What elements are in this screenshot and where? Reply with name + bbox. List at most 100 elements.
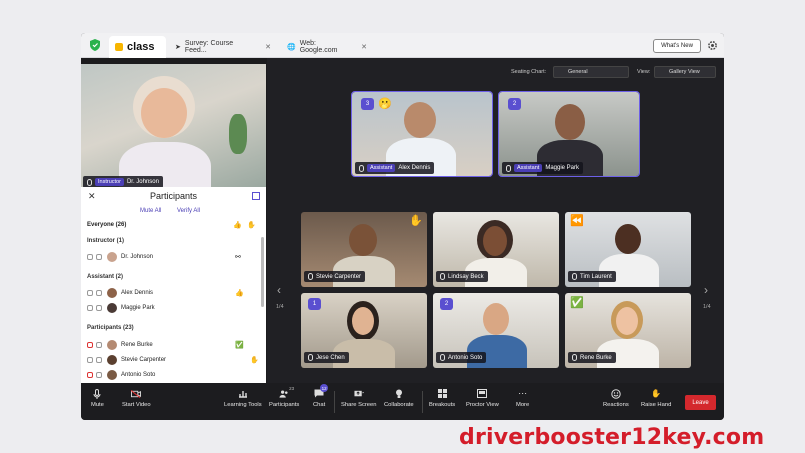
participant-name: Antonio Soto <box>121 372 156 378</box>
mic-icon <box>87 254 93 260</box>
message-badge: 2 <box>440 298 453 310</box>
chevron-right-icon[interactable]: › <box>704 283 708 297</box>
page-indicator-left: 1/4 <box>276 304 284 310</box>
app-logo-text: class <box>127 41 155 53</box>
breakouts-button[interactable]: Breakouts <box>429 389 455 408</box>
breakouts-icon <box>437 389 447 398</box>
participant-name: Rene Burke <box>121 342 153 348</box>
tile-nametag: Tim Laurent <box>568 271 616 282</box>
mute-all-button[interactable]: Mute All <box>140 208 161 214</box>
chat-label: Chat <box>313 402 326 408</box>
raise-hand-button[interactable]: ✋ Raise Hand <box>641 389 671 408</box>
camera-icon <box>96 290 102 296</box>
seating-chart-select[interactable]: General <box>553 66 629 78</box>
scrollbar[interactable] <box>261 237 264 307</box>
mic-icon <box>359 164 364 172</box>
list-item[interactable]: Stevie Carpenter ✋ <box>87 354 259 366</box>
mic-icon <box>440 354 445 361</box>
reactions-label: Reactions <box>603 402 629 408</box>
chat-button[interactable]: 12 Chat <box>313 384 329 408</box>
view-label: View: <box>637 69 651 75</box>
start-video-button[interactable]: Start Video <box>122 389 151 408</box>
grid-tile-antonio[interactable]: 2 Antonio Soto <box>433 293 559 368</box>
tile-nametag: Lindsay Beck <box>436 271 488 282</box>
mic-icon <box>572 354 577 361</box>
section-participants: Participants (23) <box>87 325 134 331</box>
breakouts-label: Breakouts <box>429 402 456 408</box>
divider <box>334 391 335 413</box>
watermark-text: driverbooster12key.com <box>459 425 765 450</box>
face <box>352 307 374 335</box>
face <box>616 307 638 335</box>
avatar <box>107 355 117 365</box>
collaborate-button[interactable]: Collaborate <box>384 389 414 408</box>
close-icon[interactable]: ✕ <box>265 43 271 51</box>
message-badge: 2 <box>508 98 521 110</box>
tab-class[interactable]: class <box>109 36 166 58</box>
camera-icon <box>96 372 102 378</box>
mic-icon <box>572 273 577 280</box>
more-button[interactable]: ⋯ More <box>516 388 529 408</box>
featured-tile-alex[interactable]: 3 🫢 Assistant Alex Dennis <box>351 91 493 177</box>
grid-tile-jese[interactable]: 1 Jese Chen <box>301 293 427 368</box>
plant <box>229 114 247 154</box>
popout-icon[interactable] <box>252 192 260 200</box>
rewind-icon: ⏪ <box>570 215 584 227</box>
face <box>483 303 509 335</box>
class-app-window: class ➤ Survey: Course Feed... ✕ 🌐 Web: … <box>81 33 724 420</box>
checkmark-icon: ✅ <box>235 342 244 349</box>
share-screen-icon <box>354 389 364 398</box>
featured-tile-maggie[interactable]: 2 Assistant Maggie Park <box>498 91 640 177</box>
tile-name: Rene Burke <box>580 354 612 361</box>
tab-survey[interactable]: ➤ Survey: Course Feed... ✕ <box>169 36 277 58</box>
participants-button[interactable]: 23 Participants <box>269 386 299 408</box>
mute-button[interactable]: Mute <box>91 388 104 408</box>
page-indicator-right: 1/4 <box>703 304 711 310</box>
list-item[interactable]: Antonio Soto <box>87 369 257 381</box>
view-select[interactable]: Gallery View <box>654 66 716 78</box>
grid-tile-tim[interactable]: ⏪ Tim Laurent <box>565 212 691 287</box>
bottom-toolbar: Mute Start Video Learning Tools 23 Parti… <box>81 383 724 420</box>
thumbs-up-icon[interactable]: 👍 <box>233 221 242 229</box>
learning-tools-button[interactable]: Learning Tools <box>224 389 262 408</box>
mic-icon <box>92 388 102 399</box>
chevron-left-icon[interactable]: ‹ <box>277 283 281 297</box>
panel-title: Participants <box>149 191 198 201</box>
seating-chart-value: General <box>568 69 588 75</box>
whats-new-button[interactable]: What's New <box>653 39 701 53</box>
instructor-name: Dr. Johnson <box>126 179 159 185</box>
leave-button[interactable]: Leave <box>685 395 716 410</box>
list-item[interactable]: Rene Burke ✅ <box>87 339 257 351</box>
tile-name: Tim Laurent <box>580 273 612 280</box>
mic-icon <box>308 354 313 361</box>
list-item[interactable]: Dr. Johnson ⚯ <box>87 251 257 263</box>
face <box>349 224 377 256</box>
close-icon[interactable]: ✕ <box>361 43 367 51</box>
participants-count: 23 <box>289 386 295 391</box>
camera-icon <box>96 305 102 311</box>
survey-icon: ➤ <box>175 44 181 51</box>
gear-icon[interactable] <box>707 40 718 51</box>
reaction-emoji: 🫢 <box>378 98 392 110</box>
everyone-row: Everyone (26) 👍 ✋ <box>87 219 257 231</box>
grid-tile-stevie[interactable]: ✋ Stevie Carpenter <box>301 212 427 287</box>
everyone-label: Everyone (26) <box>87 222 127 228</box>
avatar <box>107 252 117 262</box>
avatar <box>107 340 117 350</box>
collaborate-label: Collaborate <box>384 402 414 408</box>
share-screen-button[interactable]: Share Screen <box>341 389 376 408</box>
list-item[interactable]: Alex Dennis 👍 <box>87 287 257 299</box>
participants-icon: 23 <box>279 386 294 398</box>
learning-tools-icon <box>238 389 248 398</box>
proctor-view-button[interactable]: Proctor View <box>466 389 499 408</box>
tile-nametag: Rene Burke <box>568 352 616 363</box>
tile-name: Stevie Carpenter <box>316 273 362 280</box>
grid-tile-lindsay[interactable]: Lindsay Beck <box>433 212 559 287</box>
reactions-button[interactable]: Reactions <box>603 388 629 408</box>
tab-web[interactable]: 🌐 Web: Google.com ✕ <box>281 36 373 58</box>
hand-icon[interactable]: ✋ <box>247 221 256 229</box>
list-item[interactable]: Maggie Park <box>87 302 257 314</box>
verify-all-button[interactable]: Verify All <box>177 208 200 214</box>
avatar <box>107 303 117 313</box>
grid-tile-rene[interactable]: ✅ Rene Burke <box>565 293 691 368</box>
